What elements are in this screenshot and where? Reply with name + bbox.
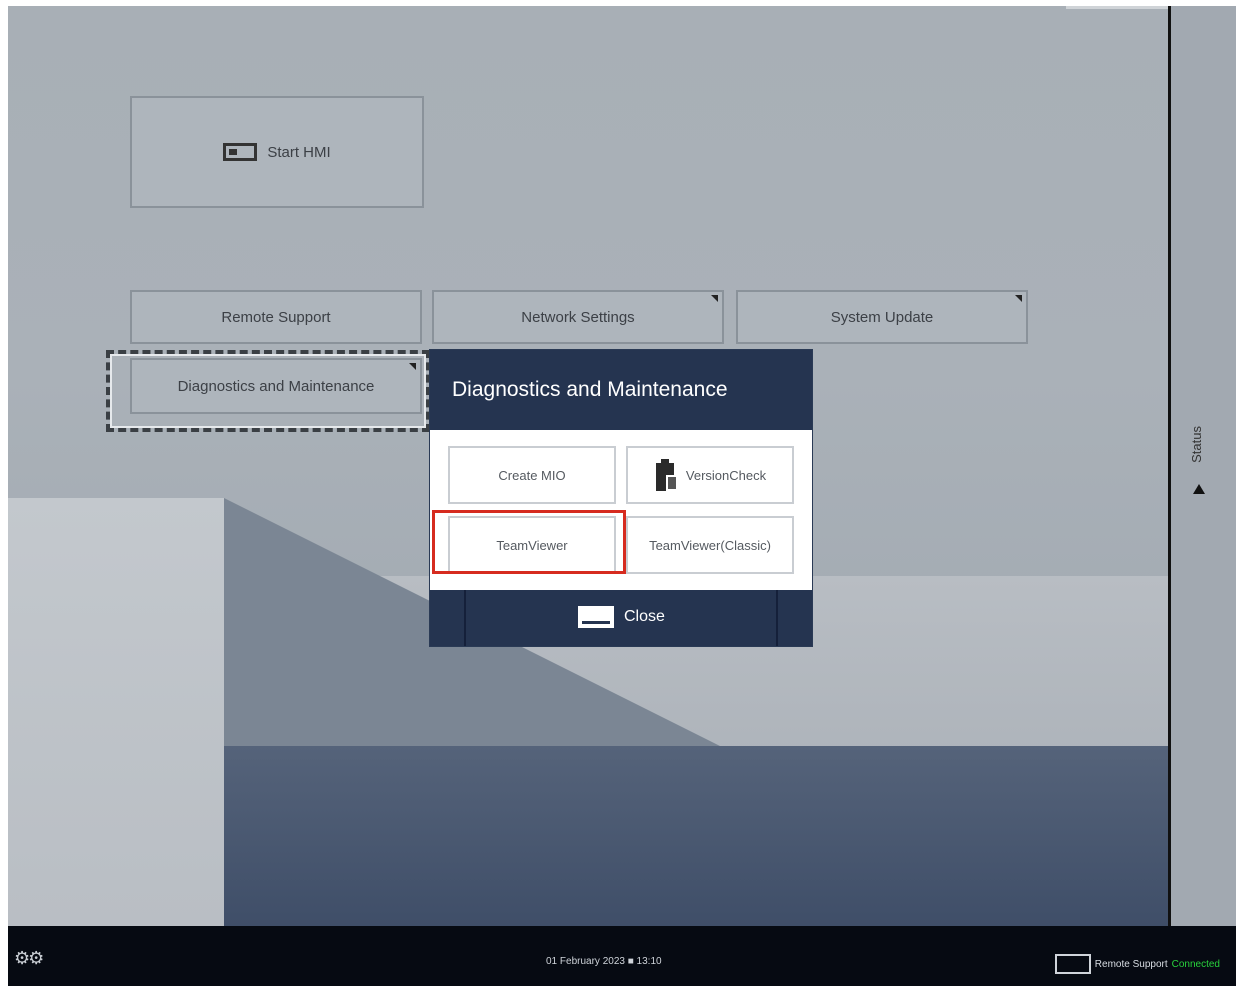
focus-indicator xyxy=(106,350,430,432)
create-mio-label: Create MIO xyxy=(498,467,566,483)
diagnostics-dialog: Diagnostics and Maintenance Create MIO V… xyxy=(430,350,812,646)
start-hmi-label: Start HMI xyxy=(267,143,331,161)
top-notch xyxy=(1066,6,1184,9)
footer-separator xyxy=(776,590,778,646)
status-up-arrow-icon[interactable] xyxy=(1193,484,1205,494)
dialog-footer: Close xyxy=(430,590,812,646)
remote-support-status-label: Remote Support xyxy=(1094,958,1168,970)
desktop-screen: Start HMI Remote Support Network Setting… xyxy=(8,6,1236,986)
submenu-corner-icon xyxy=(1015,295,1022,302)
status-panel[interactable]: Status xyxy=(1171,6,1236,926)
machine-logo-icon[interactable]: ⚙⚙ xyxy=(14,948,44,969)
dialog-header: Diagnostics and Maintenance xyxy=(430,350,812,430)
teamviewer-highlight-box xyxy=(432,510,626,574)
remote-support-status[interactable]: Remote Support Connected xyxy=(1054,954,1220,974)
teamviewer-classic-button[interactable]: TeamViewer(Classic) xyxy=(626,516,794,574)
system-update-label: System Update xyxy=(830,308,934,326)
close-label: Close xyxy=(624,608,665,625)
close-keyboard-icon xyxy=(578,606,614,628)
background-wall xyxy=(8,498,224,926)
network-settings-button[interactable]: Network Settings xyxy=(432,290,724,344)
system-update-button[interactable]: System Update xyxy=(736,290,1028,344)
clipboard-icon xyxy=(654,459,678,491)
versioncheck-label: VersionCheck xyxy=(685,467,767,483)
datetime-display: 01 February 2023 ■ 13:10 xyxy=(546,956,662,967)
footer-separator xyxy=(464,590,466,646)
create-mio-button[interactable]: Create MIO xyxy=(448,446,616,504)
start-hmi-button[interactable]: Start HMI xyxy=(130,96,424,208)
submenu-corner-icon xyxy=(711,295,718,302)
status-label: Status xyxy=(1189,426,1204,463)
background-floor xyxy=(224,746,1168,926)
teamviewer-classic-label: TeamViewer(Classic) xyxy=(649,537,771,553)
versioncheck-button[interactable]: VersionCheck xyxy=(626,446,794,504)
connection-status: Connected xyxy=(1171,958,1220,970)
remote-support-label: Remote Support xyxy=(221,308,331,326)
network-settings-label: Network Settings xyxy=(521,308,635,326)
taskbar: ⚙⚙ 01 February 2023 ■ 13:10 Remote Suppo… xyxy=(8,926,1236,986)
remote-support-button[interactable]: Remote Support xyxy=(130,290,422,344)
close-button[interactable]: Close xyxy=(578,606,665,628)
monitor-icon xyxy=(1054,954,1091,974)
hmi-screen-icon xyxy=(223,143,258,161)
dialog-title: Diagnostics and Maintenance xyxy=(452,378,728,401)
